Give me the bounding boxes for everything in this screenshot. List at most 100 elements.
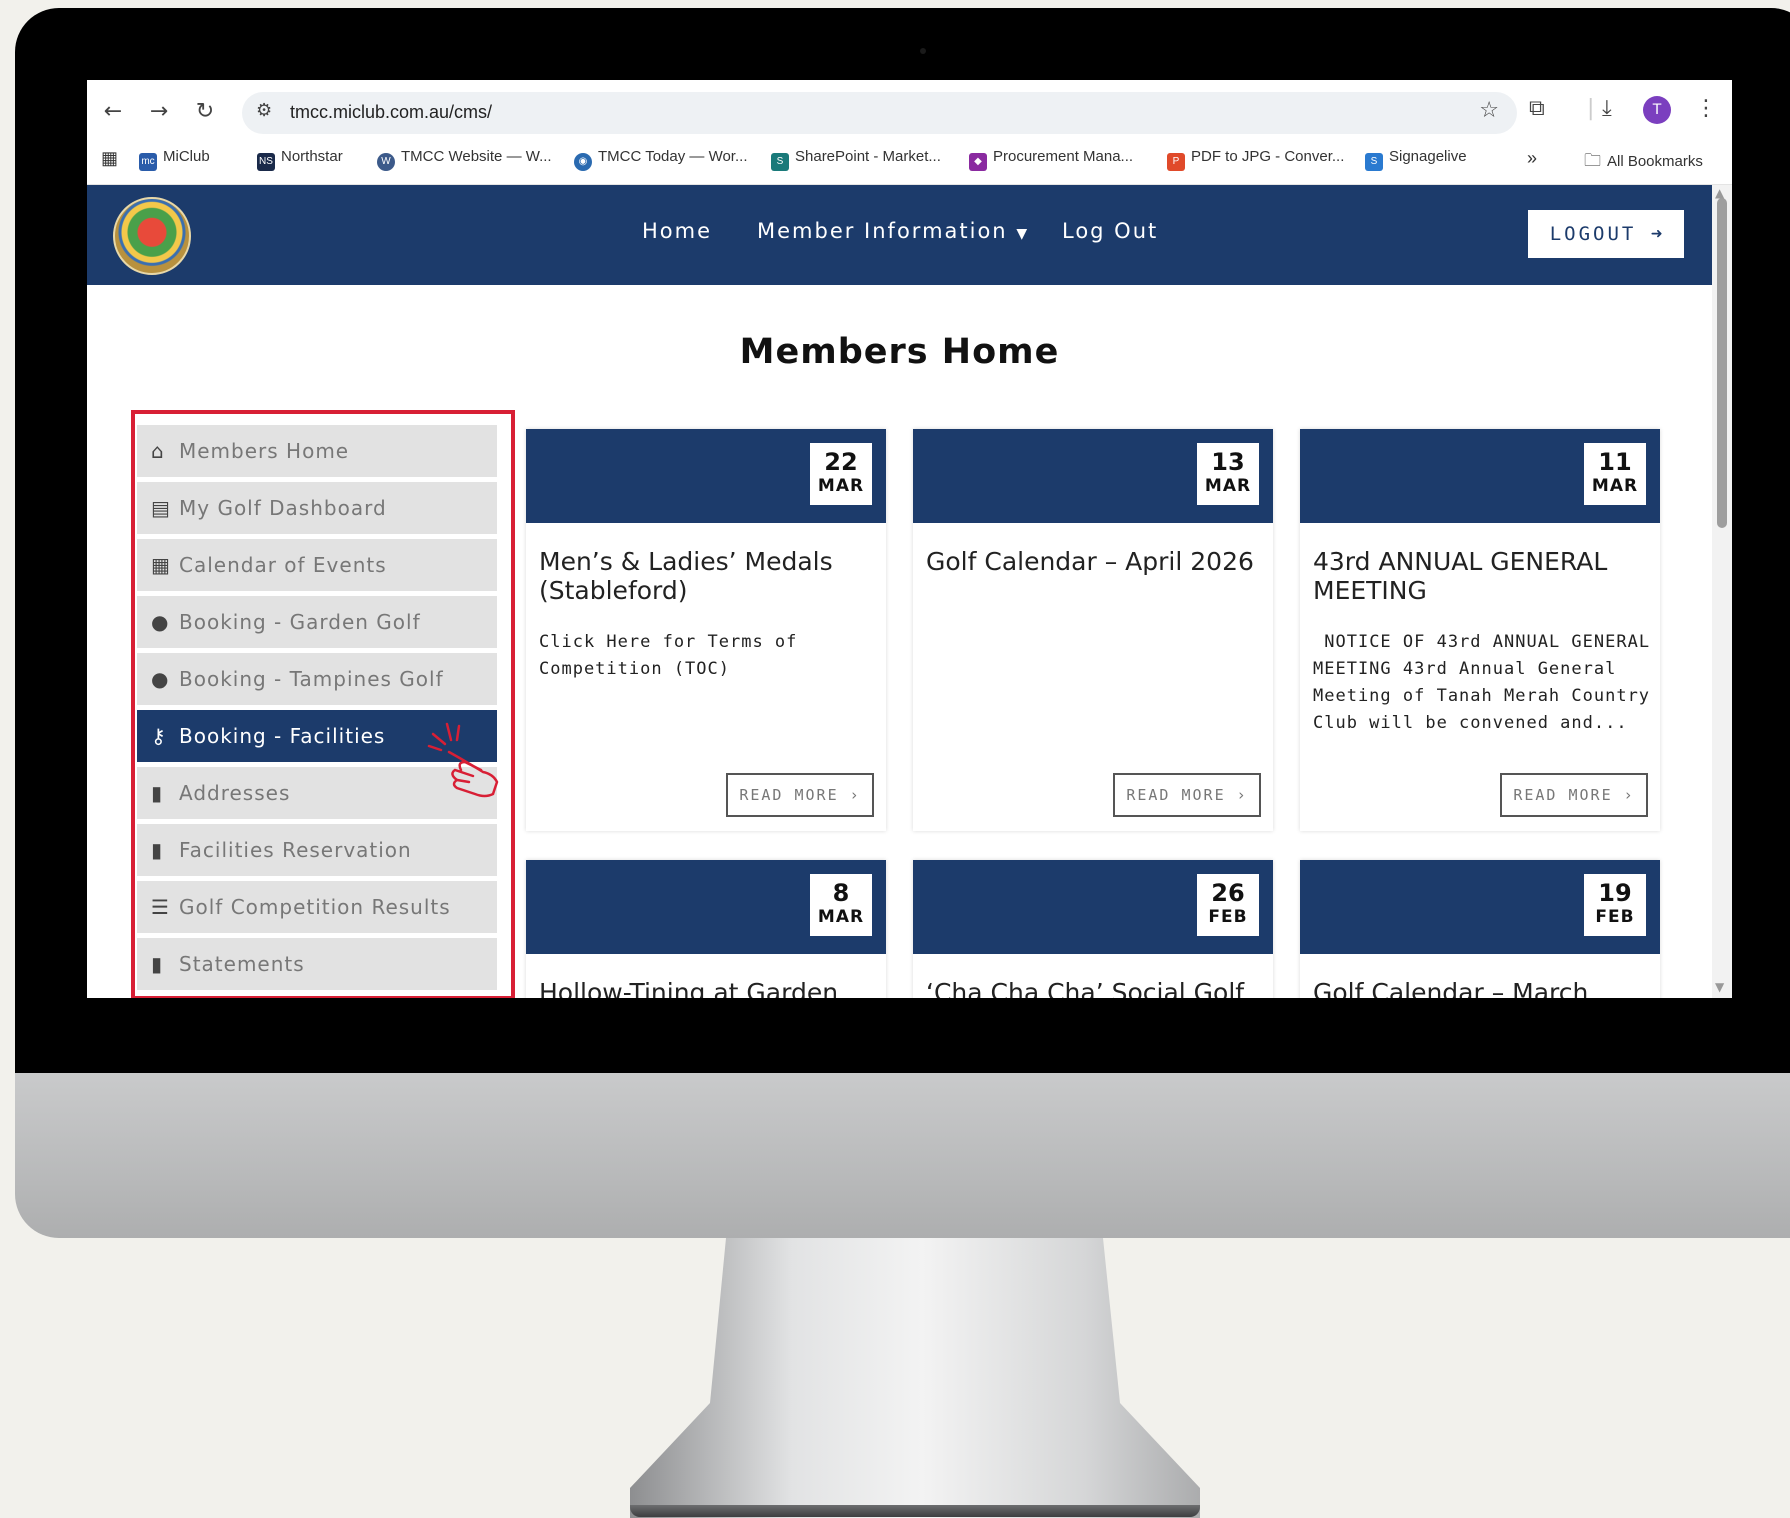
date-month: MAR [817,476,865,496]
date-month: MAR [1204,476,1252,496]
date-day: 13 [1211,448,1245,476]
url-text[interactable]: tmcc.miclub.com.au/cms/ [290,102,492,123]
pointing-hand-icon [427,722,499,798]
bookmark-label: PDF to JPG - Conver... [1191,148,1345,165]
card-title[interactable]: ‘Cha Cha Cha’ Social Golf [926,978,1266,998]
folder-icon: 🗀 [1584,151,1601,170]
card-header: 11 MAR [1300,429,1660,523]
scroll-up-arrow-icon[interactable]: ▲ [1715,186,1724,200]
date-badge: 22 MAR [810,443,872,505]
date-badge: 26 FEB [1197,874,1259,936]
date-month: FEB [1208,907,1248,927]
read-more-label: READ MORE [739,786,839,804]
bookmark-tmcc-website[interactable]: W TMCC Website — W... [377,148,552,171]
page-title: Members Home [739,332,1060,372]
site-settings-icon[interactable]: ⚙ [256,100,272,121]
card-excerpt: NOTICE OF 43rd ANNUAL GENERAL MEETING 43… [1313,632,1662,733]
chevron-right-icon: › [1623,786,1635,804]
card-title[interactable]: Men’s & Ladies’ Medals (Stableford) [539,547,879,605]
reload-icon[interactable]: ↻ [187,94,223,130]
bookmark-label: Northstar [281,148,343,165]
sign-out-icon: ➜ [1650,223,1663,245]
bookmark-label: Procurement Mana... [993,148,1134,165]
bookmark-label: TMCC Today — Wor... [598,148,748,165]
browser-toolbar: ← → ↻ ⚙ tmcc.miclub.com.au/cms/ ☆ ⧉ | ⤓ … [87,80,1732,185]
address-bar[interactable]: ⚙ tmcc.miclub.com.au/cms/ ☆ [242,92,1517,134]
date-month: FEB [1595,907,1635,927]
date-day: 26 [1211,879,1245,907]
read-more-button[interactable]: READ MORE › [1500,773,1648,817]
monitor-stand-base [630,1505,1200,1517]
card-header: 22 MAR [526,429,886,523]
scroll-down-arrow-icon[interactable]: ▼ [1715,980,1724,994]
date-month: MAR [817,907,865,927]
caret-down-icon: ▼ [1016,226,1030,242]
apps-grid-icon[interactable]: ▦ [101,148,118,169]
bookmark-tmcc-today[interactable]: ◉ TMCC Today — Wor... [574,148,747,171]
card-title[interactable]: Hollow-Tining at Garden [539,978,879,998]
profile-avatar[interactable]: T [1643,96,1671,124]
news-card: 19 FEB Golf Calendar – March [1300,860,1660,998]
logout-button-label: LOGOUT [1549,223,1637,245]
card-title[interactable]: Golf Calendar – April 2026 [926,547,1266,576]
news-card: 26 FEB ‘Cha Cha Cha’ Social Golf [913,860,1273,998]
bookmarks-overflow-icon[interactable]: » [1527,148,1537,169]
read-more-label: READ MORE [1126,786,1226,804]
chevron-right-icon: › [849,786,861,804]
camera-dot [920,48,926,54]
card-title[interactable]: Golf Calendar – March [1313,978,1653,998]
nav-home[interactable]: Home [642,219,712,243]
bookmark-label: SharePoint - Market... [795,148,941,165]
card-header: 13 MAR [913,429,1273,523]
card-excerpt: Click Here for Terms of Competition (TOC… [539,632,798,679]
screen: ← → ↻ ⚙ tmcc.miclub.com.au/cms/ ☆ ⧉ | ⤓ … [87,80,1732,998]
bookmark-signagelive[interactable]: S Signagelive [1365,148,1467,171]
bookmark-star-icon[interactable]: ☆ [1479,98,1499,123]
nav-log-out[interactable]: Log Out [1062,219,1158,243]
all-bookmarks-label: All Bookmarks [1607,153,1703,170]
kebab-menu-icon[interactable]: ⋮ [1695,96,1717,121]
download-icon[interactable]: ⤓ [1602,96,1612,121]
news-card: 22 MAR Men’s & Ladies’ Medals (Stableford… [526,429,886,831]
date-day: 19 [1598,879,1632,907]
chevron-right-icon: › [1236,786,1248,804]
date-day: 22 [824,448,858,476]
bookmark-label: Signagelive [1389,148,1467,165]
nav-member-information[interactable]: Member Information ▼ [757,219,1029,243]
read-more-button[interactable]: READ MORE › [726,773,874,817]
bookmark-sharepoint[interactable]: S SharePoint - Market... [771,148,941,171]
date-badge: 11 MAR [1584,443,1646,505]
back-arrow-icon[interactable]: ← [95,94,131,130]
all-bookmarks-folder[interactable]: 🗀 All Bookmarks [1584,148,1703,177]
bookmark-procurement[interactable]: ◆ Procurement Mana... [969,148,1133,171]
date-day: 11 [1598,448,1632,476]
news-card: 8 MAR Hollow-Tining at Garden [526,860,886,998]
card-header: 8 MAR [526,860,886,954]
toolbar-divider: | [1587,96,1595,121]
card-title[interactable]: 43rd ANNUAL GENERAL MEETING [1313,547,1653,605]
bookmark-miclub[interactable]: mc MiClub [139,148,210,171]
card-header: 26 FEB [913,860,1273,954]
read-more-button[interactable]: READ MORE › [1113,773,1261,817]
highlight-annotation-box [131,410,515,998]
scrollbar-thumb[interactable] [1717,198,1727,528]
club-logo[interactable] [113,197,191,275]
bookmark-northstar[interactable]: NS Northstar [257,148,343,171]
date-month: MAR [1591,476,1639,496]
news-card: 13 MAR Golf Calendar – April 2026 READ MO… [913,429,1273,831]
monitor-chin [15,1073,1790,1238]
news-card: 11 MAR 43rd ANNUAL GENERAL MEETING NOTICE… [1300,429,1660,831]
bookmark-pdf-to-jpg[interactable]: P PDF to JPG - Conver... [1167,148,1344,171]
forward-arrow-icon[interactable]: → [141,94,177,130]
bookmark-label: MiClub [163,148,210,165]
bookmarks-bar: ▦ mc MiClub NS Northstar W TMCC Website — W… [87,138,1732,178]
site-header: Home Member Information ▼ Log Out LOGOUT… [87,185,1712,285]
logout-button[interactable]: LOGOUT ➜ [1528,210,1684,258]
bookmark-label: TMCC Website — W... [401,148,552,165]
extensions-icon[interactable]: ⧉ [1529,96,1545,121]
read-more-label: READ MORE [1513,786,1613,804]
date-day: 8 [832,879,850,907]
monitor-stand [630,1238,1200,1518]
card-header: 19 FEB [1300,860,1660,954]
nav-member-information-label: Member Information [757,219,1008,243]
